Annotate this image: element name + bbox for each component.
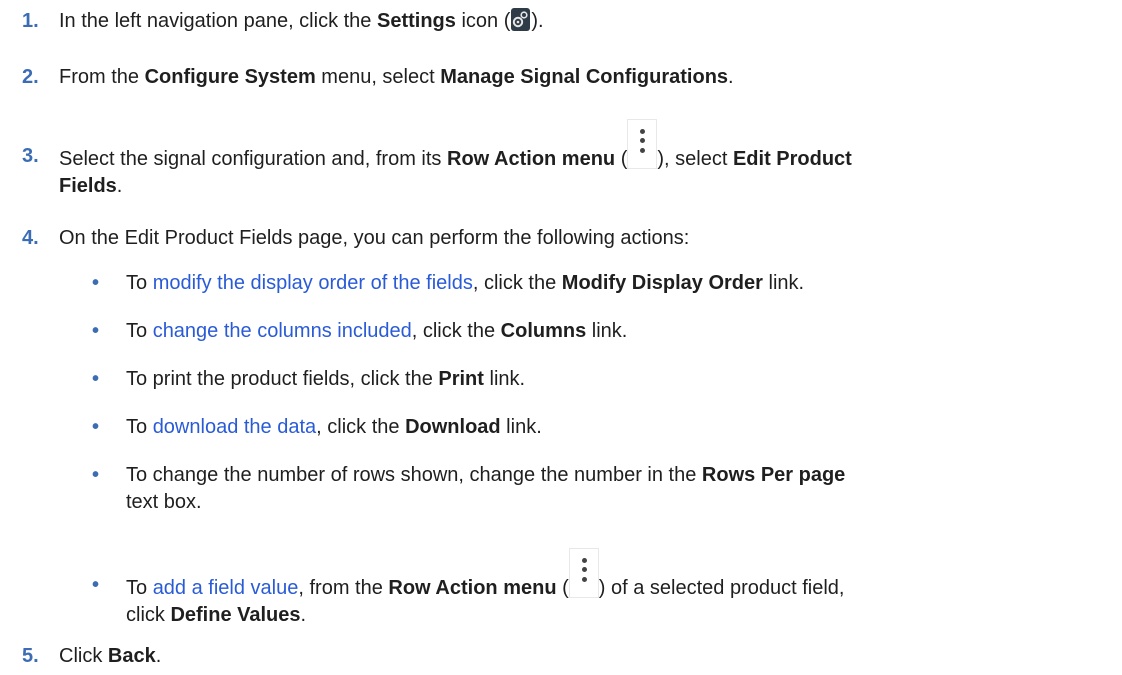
- text-fragment: From the: [59, 66, 145, 88]
- text-fragment: click: [126, 604, 171, 626]
- bullet-text: To print the product fields, click the P…: [126, 366, 1116, 393]
- ui-term-manage-signal-configurations: Manage Signal Configurations: [440, 66, 729, 88]
- step-number: 5.: [22, 645, 39, 667]
- bullet-dot: •: [92, 320, 100, 342]
- text-fragment: (: [615, 148, 628, 170]
- step-text: In the left navigation pane, click the S…: [59, 8, 1119, 35]
- bullet-text: To change the number of rows shown, chan…: [126, 462, 1116, 516]
- link-add-field-value[interactable]: add a field value: [153, 577, 299, 599]
- text-fragment: .: [728, 66, 734, 88]
- step-number: 3.: [22, 145, 39, 167]
- text-fragment: , from the: [298, 577, 389, 599]
- ui-term-columns: Columns: [500, 320, 587, 342]
- step-text: On the Edit Product Fields page, you can…: [59, 227, 690, 249]
- text-fragment: In the left navigation pane, click the: [59, 10, 377, 32]
- link-download-data[interactable]: download the data: [153, 416, 316, 438]
- ui-term-define-values: Define Values: [170, 604, 301, 626]
- ui-term-row-action-menu: Row Action menu: [447, 148, 616, 170]
- text-fragment: To print the product fields, click the: [126, 368, 439, 390]
- instructions-page: 1. In the left navigation pane, click th…: [0, 0, 1122, 675]
- bullet-dot: •: [92, 464, 100, 486]
- ui-term-modify-display-order: Modify Display Order: [561, 272, 763, 294]
- text-fragment: ) of a selected product field,: [598, 577, 845, 599]
- text-fragment: Click: [59, 645, 108, 667]
- text-fragment: , click the: [472, 272, 562, 294]
- bullet-text: To download the data, click the Download…: [126, 414, 1116, 441]
- bullet-dot: •: [92, 574, 100, 596]
- step-text: From the Configure System menu, select M…: [59, 64, 1119, 91]
- ui-term-print: Print: [438, 368, 484, 390]
- ui-term-settings: Settings: [376, 10, 456, 32]
- text-fragment: , click the: [411, 320, 501, 342]
- text-fragment: text box.: [126, 491, 202, 513]
- ui-term-rows-per-page: Rows Per page: [701, 464, 846, 486]
- text-fragment: ), select: [657, 148, 733, 170]
- ui-term-edit-product: Edit Product: [732, 148, 852, 170]
- bullet-dot: •: [92, 368, 100, 390]
- ui-term-configure-system: Configure System: [144, 66, 316, 88]
- text-fragment: link.: [586, 320, 628, 342]
- bullet-text: To change the columns included, click th…: [126, 318, 1116, 345]
- text-fragment: To: [126, 272, 153, 294]
- bullet-text: To add a field value, from the Row Actio…: [126, 548, 1116, 629]
- text-fragment: To: [126, 577, 153, 599]
- ui-term-fields: Fields: [59, 175, 117, 197]
- bullet-dot: •: [92, 416, 100, 438]
- text-fragment: link.: [762, 272, 805, 294]
- row-action-kebab-icon: [627, 119, 658, 169]
- step-number: 1.: [22, 10, 39, 32]
- link-change-columns[interactable]: change the columns included: [153, 320, 412, 342]
- text-fragment: link.: [483, 368, 526, 390]
- row-action-kebab-icon: [568, 548, 599, 598]
- text-fragment: To: [126, 320, 153, 342]
- text-fragment: To change the number of rows shown, chan…: [126, 464, 702, 486]
- text-fragment: , click the: [316, 416, 406, 438]
- text-fragment: .: [155, 645, 162, 667]
- step-text: Click Back.: [59, 643, 1119, 670]
- step-number: 4.: [22, 227, 39, 249]
- ui-term-row-action-menu: Row Action menu: [388, 577, 557, 599]
- text-fragment: To: [126, 416, 153, 438]
- text-fragment: Select the signal configuration and, fro…: [59, 148, 447, 170]
- ui-term-download: Download: [405, 416, 501, 438]
- step-number: 2.: [22, 66, 39, 88]
- settings-gear-icon: [511, 8, 531, 31]
- text-fragment: menu, select: [315, 66, 441, 88]
- step-text: Select the signal configuration and, fro…: [59, 119, 1119, 200]
- link-modify-display-order[interactable]: modify the display order of the fields: [153, 272, 473, 294]
- text-fragment: .: [300, 604, 307, 626]
- bullet-text: To modify the display order of the field…: [126, 270, 1116, 297]
- bullet-dot: •: [92, 272, 100, 294]
- text-fragment: icon (: [455, 10, 511, 32]
- text-fragment: (: [556, 577, 569, 599]
- text-fragment: .: [116, 175, 123, 197]
- ui-term-back: Back: [107, 645, 156, 667]
- text-fragment: link.: [500, 416, 542, 438]
- text-fragment: ).: [531, 10, 544, 32]
